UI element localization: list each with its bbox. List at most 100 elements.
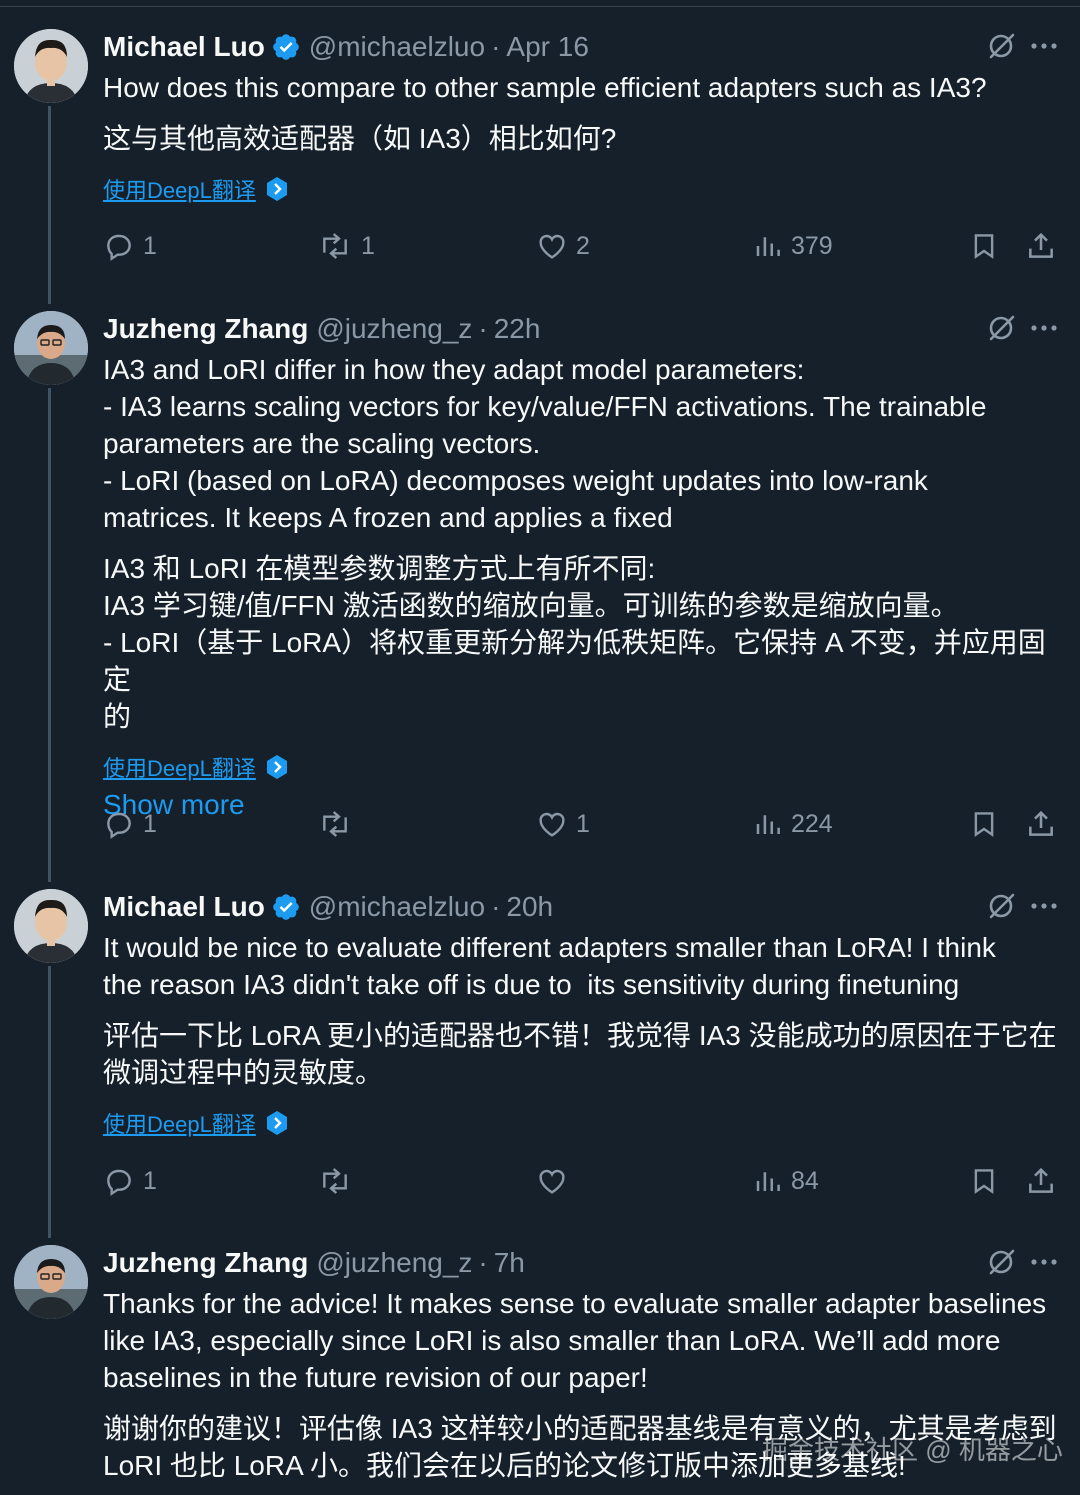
author-handle[interactable]: @juzheng_z bbox=[316, 313, 472, 345]
retweet-button[interactable]: 1 bbox=[317, 230, 375, 262]
tweet-header: Michael Luo @michaelzluo · 20h bbox=[103, 889, 1058, 925]
reply-icon bbox=[107, 1169, 131, 1196]
more-icon[interactable] bbox=[1030, 41, 1058, 51]
author-handle[interactable]: @juzheng_z bbox=[316, 1247, 472, 1279]
bookmark-button[interactable] bbox=[969, 808, 999, 840]
views-button[interactable]: 379 bbox=[753, 230, 833, 262]
views-button[interactable]: 224 bbox=[753, 808, 833, 840]
avatar[interactable] bbox=[14, 1245, 88, 1319]
tweet-text-translated: IA3 和 LoRI 在模型参数调整方式上有所不同: IA3 学习键/值/FFN… bbox=[103, 553, 1046, 732]
retweet-icon bbox=[323, 811, 347, 837]
reply-button[interactable]: 1 bbox=[103, 1165, 157, 1197]
reply-count: 1 bbox=[143, 809, 157, 838]
tweet-header: Michael Luo @michaelzluo · Apr 16 bbox=[103, 29, 1058, 65]
deepl-icon bbox=[264, 1110, 290, 1136]
views-button[interactable]: 84 bbox=[753, 1165, 819, 1197]
share-icon bbox=[1029, 232, 1053, 258]
thread-line bbox=[48, 966, 51, 1238]
tweet-text: How does this compare to other sample ef… bbox=[103, 72, 987, 103]
retweet-icon bbox=[323, 1168, 347, 1194]
share-button[interactable] bbox=[1025, 230, 1057, 262]
bookmark-icon bbox=[974, 1169, 994, 1194]
bookmark-button[interactable] bbox=[969, 1165, 999, 1197]
share-icon bbox=[1029, 810, 1053, 836]
bookmark-button[interactable] bbox=[969, 230, 999, 262]
tweet-text-translated: 这与其他高效适配器（如 IA3）相比如何? bbox=[103, 123, 617, 154]
tweet-header: Juzheng Zhang @juzheng_z · 22h bbox=[103, 311, 1058, 347]
views-icon bbox=[756, 1172, 780, 1191]
separator-dot: · bbox=[491, 31, 501, 62]
timestamp[interactable]: 7h bbox=[494, 1247, 525, 1279]
tweet-actions: 1 84 bbox=[103, 1165, 1058, 1205]
deepl-icon bbox=[264, 754, 290, 780]
translate-label[interactable]: 使用DeepL翻译 bbox=[103, 173, 256, 205]
separator-dot: · bbox=[478, 1247, 488, 1278]
views-count: 379 bbox=[791, 231, 833, 260]
views-icon bbox=[756, 237, 780, 256]
author-handle[interactable]: @michaelzluo bbox=[309, 891, 485, 923]
avatar[interactable] bbox=[14, 29, 88, 103]
retweet-count: 1 bbox=[361, 231, 375, 260]
reply-button[interactable]: 1 bbox=[103, 808, 157, 840]
like-icon bbox=[539, 812, 565, 837]
views-count: 224 bbox=[791, 809, 833, 838]
watermark: 掘金技术社区 @ 机器之心 bbox=[762, 1435, 1063, 1465]
views-icon bbox=[756, 815, 780, 834]
like-icon bbox=[539, 1169, 565, 1194]
avatar[interactable] bbox=[14, 311, 88, 385]
grok-icon[interactable] bbox=[986, 31, 1016, 61]
grok-icon[interactable] bbox=[986, 1247, 1016, 1277]
like-button[interactable]: 2 bbox=[536, 230, 590, 262]
timestamp[interactable]: 22h bbox=[494, 313, 541, 345]
retweet-button[interactable] bbox=[317, 808, 361, 840]
reply-icon bbox=[107, 812, 131, 839]
retweet-button[interactable] bbox=[317, 1165, 361, 1197]
like-count: 2 bbox=[576, 231, 590, 260]
translate-link[interactable]: 使用DeepL翻译 bbox=[103, 751, 1058, 783]
tweet-text: IA3 and LoRI differ in how they adapt mo… bbox=[103, 354, 987, 533]
verified-badge-icon bbox=[271, 892, 301, 922]
grok-icon[interactable] bbox=[986, 313, 1016, 343]
bookmark-icon bbox=[974, 234, 994, 259]
more-icon[interactable] bbox=[1030, 901, 1058, 911]
reply-count: 1 bbox=[143, 231, 157, 260]
author-name[interactable]: Juzheng Zhang bbox=[103, 313, 308, 345]
like-button[interactable]: 1 bbox=[536, 808, 590, 840]
like-count: 1 bbox=[576, 809, 590, 838]
author-name[interactable]: Michael Luo bbox=[103, 31, 265, 63]
reply-count: 1 bbox=[143, 1166, 157, 1195]
tweet-actions: 1 1 2 379 bbox=[103, 230, 1058, 270]
timestamp[interactable]: 20h bbox=[506, 891, 553, 923]
retweet-icon bbox=[323, 233, 347, 259]
thread-line bbox=[48, 388, 51, 882]
like-button[interactable] bbox=[536, 1165, 576, 1197]
like-icon bbox=[539, 234, 565, 259]
translate-link[interactable]: 使用DeepL翻译 bbox=[103, 1107, 1058, 1139]
translate-label[interactable]: 使用DeepL翻译 bbox=[103, 751, 256, 783]
views-count: 84 bbox=[791, 1166, 819, 1195]
more-icon[interactable] bbox=[1030, 323, 1058, 333]
share-button[interactable] bbox=[1025, 808, 1057, 840]
author-name[interactable]: Juzheng Zhang bbox=[103, 1247, 308, 1279]
tweet-header: Juzheng Zhang @juzheng_z · 7h bbox=[103, 1245, 1058, 1281]
tweet-text: It would be nice to evaluate different a… bbox=[103, 932, 996, 1000]
share-icon bbox=[1029, 1167, 1053, 1193]
tweet-text: Thanks for the advice! It makes sense to… bbox=[103, 1288, 1047, 1393]
share-button[interactable] bbox=[1025, 1165, 1057, 1197]
reply-icon bbox=[107, 234, 131, 261]
author-handle[interactable]: @michaelzluo bbox=[309, 31, 485, 63]
author-name[interactable]: Michael Luo bbox=[103, 891, 265, 923]
deepl-icon bbox=[264, 176, 290, 202]
reply-button[interactable]: 1 bbox=[103, 230, 157, 262]
verified-badge-icon bbox=[271, 32, 301, 62]
translate-link[interactable]: 使用DeepL翻译 bbox=[103, 173, 1058, 205]
tweet-actions: 1 1 224 bbox=[103, 808, 1058, 848]
tweet-text-translated: 评估一下比 LoRA 更小的适配器也不错！我觉得 IA3 没能成功的原因在于它在… bbox=[103, 1020, 1057, 1088]
more-icon[interactable] bbox=[1030, 1257, 1058, 1267]
avatar[interactable] bbox=[14, 889, 88, 963]
translate-label[interactable]: 使用DeepL翻译 bbox=[103, 1107, 256, 1139]
timestamp[interactable]: Apr 16 bbox=[506, 31, 589, 63]
separator-dot: · bbox=[478, 313, 488, 344]
grok-icon[interactable] bbox=[986, 891, 1016, 921]
thread-line bbox=[48, 106, 51, 304]
